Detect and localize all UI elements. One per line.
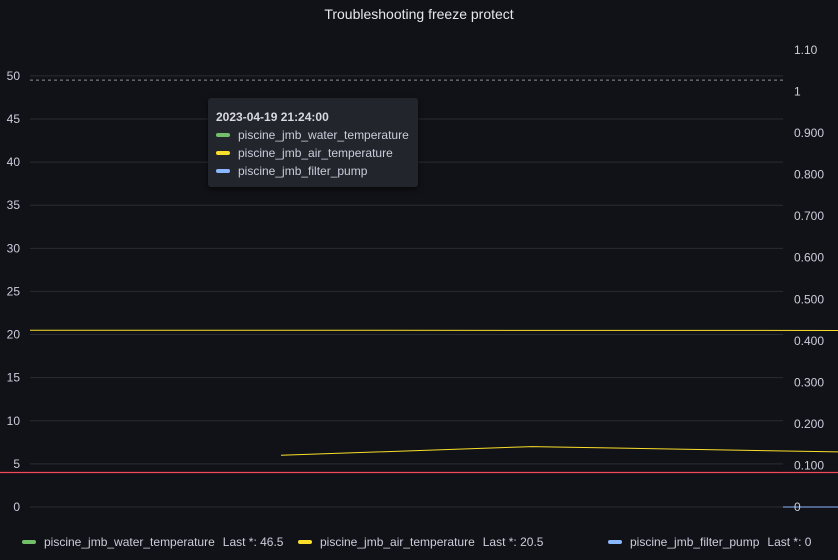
y-right-tick-label: 0.300 — [794, 375, 824, 389]
y-right-tick-label: 1 — [794, 85, 801, 99]
legend-item-pump[interactable]: piscine_jmb_filter_pump Last *: 0 — [608, 535, 811, 549]
tooltip-series-name: piscine_jmb_water_temperature — [238, 128, 409, 142]
y-right-tick-label: 0.800 — [794, 168, 824, 182]
y-left-tick-label: 30 — [7, 241, 21, 255]
blue-swatch-icon — [216, 169, 230, 173]
legend-last-value: Last *: 20.5 — [482, 535, 544, 549]
green-swatch-icon — [216, 133, 230, 137]
y-right-tick-label: 0.100 — [794, 458, 824, 472]
reference-lines — [30, 79, 783, 81]
tooltip-row-pump: piscine_jmb_filter_pump — [216, 164, 367, 178]
chart-legend: piscine_jmb_water_temperature Last *: 46… — [0, 532, 838, 552]
legend-item-air[interactable]: piscine_jmb_air_temperature Last *: 20.5 — [298, 535, 543, 549]
legend-item-water[interactable]: piscine_jmb_water_temperature Last *: 46… — [22, 535, 283, 549]
blue-swatch-icon — [608, 540, 622, 544]
legend-series-name: piscine_jmb_filter_pump — [630, 535, 760, 549]
y-left-tick-label: 20 — [7, 328, 21, 342]
y-right-tick-label: 0.900 — [794, 126, 824, 140]
y-right-tick-label: 0.400 — [794, 334, 824, 348]
tooltip-row-air: piscine_jmb_air_temperature — [216, 146, 393, 160]
series-layer — [0, 329, 838, 508]
tooltip-series-name: piscine_jmb_air_temperature — [238, 146, 393, 160]
y-left-tick-label: 45 — [7, 112, 21, 126]
yellow-swatch-icon — [216, 151, 230, 155]
y-left-tick-label: 0 — [13, 500, 20, 514]
legend-last-value: Last *: 46.5 — [222, 535, 284, 549]
tooltip-row-water: piscine_jmb_water_temperature — [216, 128, 409, 142]
hover-tooltip: 2023-04-19 21:24:00 piscine_jmb_water_te… — [208, 98, 418, 187]
y-left-tick-label: 10 — [7, 414, 21, 428]
axis-labels: 0 5 10 15 20 25 30 35 40 45 50 0 0.100 0.200 0.300 0.40… — [7, 43, 825, 514]
y-left-tick-label: 5 — [13, 457, 20, 471]
line-chart[interactable]: 0 5 10 15 20 25 30 35 40 45 50 0 0.100 0.200 0.300 0.40… — [0, 0, 838, 560]
y-left-tick-label: 35 — [7, 198, 21, 212]
yellow-swatch-icon — [298, 540, 312, 544]
y-right-tick-label: 1.10 — [794, 43, 818, 57]
green-swatch-icon — [22, 540, 36, 544]
y-right-tick-label: 0 — [794, 500, 801, 514]
y-left-tick-label: 40 — [7, 155, 21, 169]
y-right-tick-label: 0.700 — [794, 209, 824, 223]
y-right-tick-label: 0.500 — [794, 292, 824, 306]
tooltip-series-name: piscine_jmb_filter_pump — [238, 164, 368, 178]
y-right-tick-label: 0.600 — [794, 251, 824, 265]
y-right-tick-label: 0.200 — [794, 417, 824, 431]
legend-series-name: piscine_jmb_water_temperature — [44, 535, 215, 549]
chart-grid — [30, 75, 783, 508]
y-left-tick-label: 25 — [7, 284, 21, 298]
tooltip-time: 2023-04-19 21:24:00 — [216, 110, 329, 124]
y-left-tick-label: 15 — [7, 371, 21, 385]
legend-last-value: Last *: 0 — [767, 535, 812, 549]
y-left-tick-label: 50 — [7, 69, 21, 83]
legend-series-name: piscine_jmb_air_temperature — [320, 535, 475, 549]
